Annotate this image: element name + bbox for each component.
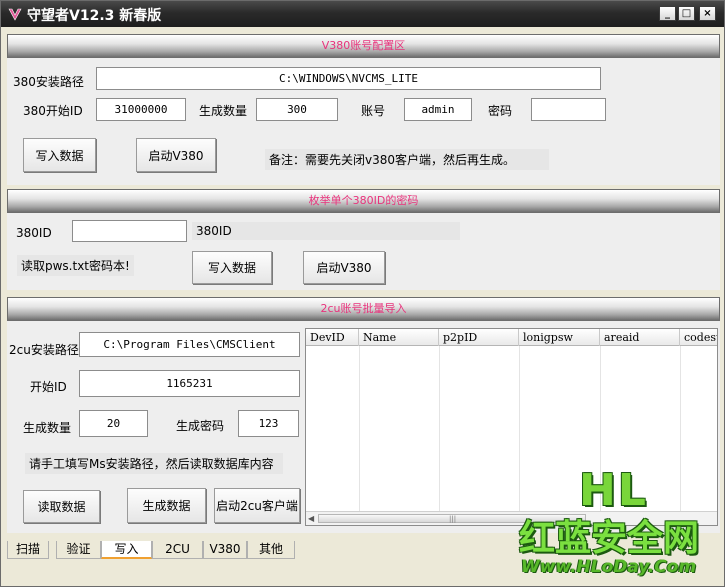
- enum-380id-input[interactable]: [72, 220, 187, 242]
- 2cu-gen-count-label: 生成数量: [23, 421, 72, 435]
- v380-write-data-button[interactable]: 写入数据: [23, 138, 96, 172]
- watermark-site-name: 红蓝安全网: [519, 518, 700, 559]
- column-header-devid[interactable]: DevID: [306, 329, 359, 346]
- v380-start-id-input[interactable]: 31000000: [96, 98, 186, 121]
- 2cu-install-path-label: 2cu安装路径: [9, 343, 79, 357]
- 2cu-launch-client-button[interactable]: 启动2cu客户端: [214, 488, 300, 523]
- v380-start-id-label: 380开始ID: [23, 104, 83, 118]
- table-header: DevID Name p2pID lonigpsw areaid codest: [306, 329, 717, 346]
- enum-write-data-button[interactable]: 写入数据: [192, 251, 272, 284]
- v380-password-input[interactable]: [531, 98, 606, 121]
- app-logo-icon: [8, 8, 22, 21]
- 2cu-start-id-label: 开始ID: [30, 380, 67, 394]
- 2cu-gen-password-label: 生成密码: [176, 419, 225, 433]
- minimize-button[interactable]: _: [659, 6, 676, 21]
- column-header-areaid[interactable]: areaid: [600, 329, 680, 346]
- v380-gen-count-label: 生成数量: [199, 104, 248, 118]
- column-divider: [359, 346, 360, 511]
- title-bar[interactable]: 守望者V12.3 新春版 _ □ ×: [1, 1, 724, 27]
- column-header-lonigpsw[interactable]: lonigpsw: [519, 329, 600, 346]
- 2cu-start-id-input[interactable]: 1165231: [79, 370, 300, 397]
- scroll-left-arrow-icon[interactable]: ◀: [308, 514, 314, 523]
- tab-verify[interactable]: 验证: [56, 541, 101, 559]
- enum-380id-suffix-text: 380ID: [192, 222, 460, 240]
- v380-account-input[interactable]: admin: [404, 98, 472, 121]
- v380-note-text: 备注：需要先关闭v380客户端，然后再生成。: [265, 149, 549, 170]
- enum-launch-v380-button[interactable]: 启动V380: [303, 251, 385, 284]
- window-title: 守望者V12.3 新春版: [27, 8, 162, 24]
- close-button[interactable]: ×: [699, 6, 716, 21]
- column-header-codest[interactable]: codest: [680, 329, 717, 346]
- watermark-url: Www.HLoDay.Com: [521, 557, 697, 577]
- enum-380id-label: 380ID: [16, 226, 52, 240]
- section-header-2cu-import: 2cu账号批量导入: [7, 297, 720, 321]
- tab-write[interactable]: 写入: [101, 541, 152, 559]
- read-password-dict-text: 读取pws.txt密码本!: [17, 255, 134, 276]
- section-header-v380-config: V380账号配置区: [7, 34, 720, 58]
- 2cu-hint-text: 请手工填写Ms安装路径，然后读取数据库内容: [25, 453, 283, 474]
- site-watermark: HL 红蓝安全网 Www.HLoDay.Com: [519, 465, 724, 583]
- tab-scan[interactable]: 扫描: [7, 541, 49, 559]
- tab-2cu[interactable]: 2CU: [152, 541, 203, 559]
- column-header-name[interactable]: Name: [359, 329, 439, 346]
- 2cu-gen-password-input[interactable]: 123: [238, 410, 299, 437]
- app-window: 守望者V12.3 新春版 _ □ × V380账号配置区 380安装路径 C:\…: [0, 0, 725, 587]
- tab-other[interactable]: 其他: [247, 541, 295, 559]
- v380-install-path-input[interactable]: C:\WINDOWS\NVCMS_LITE: [96, 67, 601, 90]
- v380-password-label: 密码: [488, 104, 513, 118]
- 2cu-gen-count-input[interactable]: 20: [79, 410, 148, 437]
- v380-gen-count-input[interactable]: 300: [256, 98, 338, 121]
- scrollbar-grip-icon: |||: [449, 515, 457, 523]
- 2cu-read-data-button[interactable]: 读取数据: [23, 490, 100, 523]
- section-header-enum-password: 枚举单个380ID的密码: [7, 189, 720, 213]
- 2cu-install-path-input[interactable]: C:\Program Files\CMSClient: [79, 332, 300, 357]
- v380-account-label: 账号: [361, 104, 386, 118]
- maximize-button[interactable]: □: [678, 6, 695, 21]
- v380-install-path-label: 380安装路径: [13, 75, 84, 89]
- bottom-tab-bar: 扫描 验证 写入 2CU V380 其他: [7, 541, 307, 561]
- v380-launch-button[interactable]: 启动V380: [136, 138, 216, 172]
- column-divider: [439, 346, 440, 511]
- column-header-p2pid[interactable]: p2pID: [439, 329, 519, 346]
- tab-v380[interactable]: V380: [203, 541, 247, 559]
- 2cu-generate-data-button[interactable]: 生成数据: [127, 488, 206, 523]
